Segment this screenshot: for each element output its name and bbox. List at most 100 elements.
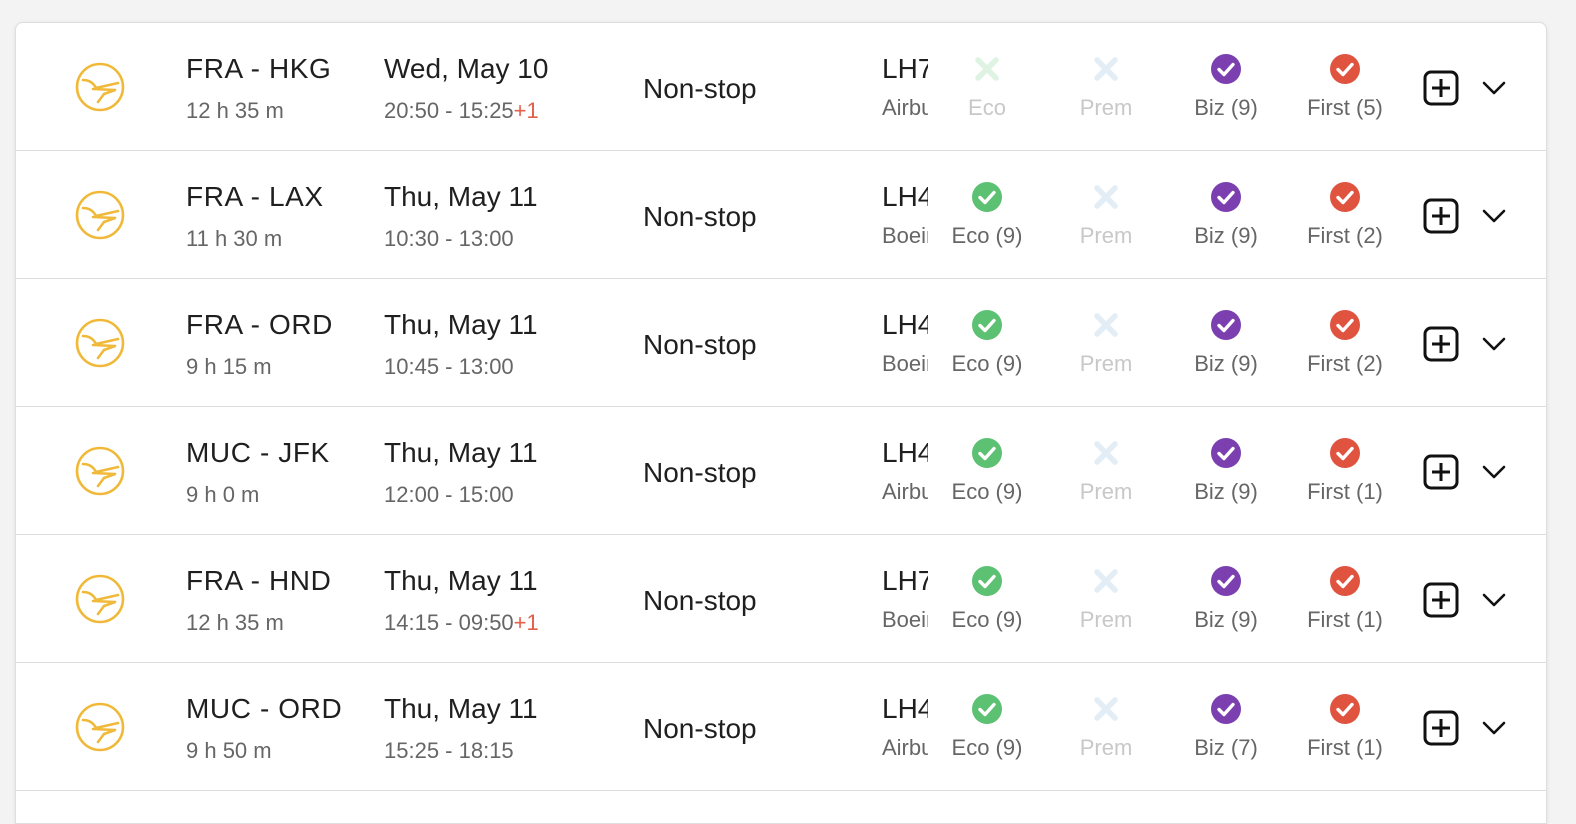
cabin-label: First (1) bbox=[1307, 479, 1383, 504]
cabin-label: Eco (9) bbox=[951, 479, 1023, 504]
duration: 9 h 15 m bbox=[186, 354, 272, 379]
cabin-premium: Prem bbox=[1051, 693, 1161, 761]
time-range: 10:30 - 13:00 bbox=[384, 226, 514, 251]
check-circle-icon bbox=[972, 694, 1002, 724]
crane-logo-icon bbox=[74, 61, 126, 113]
chevron-down-icon bbox=[1482, 721, 1506, 735]
route: FRA - ORD bbox=[186, 309, 333, 340]
plus-square-icon bbox=[1423, 198, 1459, 234]
cabin-label: Prem bbox=[1079, 607, 1133, 632]
flight-times: 10:45 - 13:00 bbox=[384, 354, 514, 380]
cabin-label: Biz (7) bbox=[1194, 735, 1258, 760]
add-flight-button[interactable] bbox=[1423, 70, 1459, 106]
aircraft: Airbus bbox=[882, 95, 928, 120]
add-flight-button[interactable] bbox=[1423, 326, 1459, 362]
flight-row[interactable]: FRA - HKG 12 h 35 m Wed, May 10 20:50 - … bbox=[16, 23, 1546, 151]
crane-logo-icon bbox=[74, 701, 126, 753]
cabin-label: Biz (9) bbox=[1194, 95, 1258, 120]
add-flight-button[interactable] bbox=[1423, 198, 1459, 234]
cabin-business: Biz (9) bbox=[1171, 181, 1281, 249]
flight-times: 15:25 - 18:15 bbox=[384, 738, 514, 764]
cabin-label: Eco (9) bbox=[951, 351, 1023, 376]
cabin-economy: Eco (9) bbox=[932, 309, 1042, 377]
cabin-first: First (1) bbox=[1290, 693, 1400, 761]
flight-row[interactable]: FRA - LAX 11 h 30 m Thu, May 11 10:30 - … bbox=[16, 151, 1546, 279]
expand-details-button[interactable] bbox=[1479, 75, 1509, 101]
cabin-label: First (5) bbox=[1307, 95, 1383, 120]
expand-details-button[interactable] bbox=[1479, 459, 1509, 485]
add-flight-button[interactable] bbox=[1423, 454, 1459, 490]
x-icon bbox=[1094, 569, 1118, 593]
expand-details-button[interactable] bbox=[1479, 203, 1509, 229]
cabin-label: First (2) bbox=[1307, 351, 1383, 376]
duration: 12 h 35 m bbox=[186, 98, 284, 123]
flight-info: LH4 Airbus bbox=[882, 437, 928, 505]
chevron-down-icon bbox=[1482, 209, 1506, 223]
crane-logo-icon bbox=[74, 573, 126, 625]
cabin-business: Biz (9) bbox=[1171, 53, 1281, 121]
add-flight-button[interactable] bbox=[1423, 582, 1459, 618]
expand-details-button[interactable] bbox=[1479, 587, 1509, 613]
departure-date: Thu, May 11 bbox=[384, 437, 538, 468]
cabin-label: Prem bbox=[1079, 479, 1133, 504]
x-icon bbox=[975, 57, 999, 81]
plus-square-icon bbox=[1423, 710, 1459, 746]
flight-row[interactable]: MUC - JFK 9 h 0 m Thu, May 11 12:00 - 15… bbox=[16, 407, 1546, 535]
stops: Non-stop bbox=[643, 713, 757, 744]
add-flight-button[interactable] bbox=[1423, 710, 1459, 746]
flight-times: 10:30 - 13:00 bbox=[384, 226, 514, 252]
flight-number: LH4 bbox=[882, 693, 928, 724]
plus-square-icon bbox=[1423, 454, 1459, 490]
cabin-label: Prem bbox=[1079, 735, 1133, 760]
route: MUC - JFK bbox=[186, 437, 330, 468]
aircraft: Boeing bbox=[882, 607, 928, 632]
flight-row[interactable]: FRA - HND 12 h 35 m Thu, May 11 14:15 - … bbox=[16, 535, 1546, 663]
flight-number: LH4 bbox=[882, 181, 928, 212]
aircraft: Airbus bbox=[882, 479, 928, 504]
stops: Non-stop bbox=[643, 201, 757, 232]
time-range: 12:00 - 15:00 bbox=[384, 482, 514, 507]
flight-info: LH4 Boeing bbox=[882, 309, 928, 377]
expand-details-button[interactable] bbox=[1479, 331, 1509, 357]
cabin-label: Prem bbox=[1079, 95, 1133, 120]
cabin-economy: Eco (9) bbox=[932, 693, 1042, 761]
check-circle-icon bbox=[1211, 182, 1241, 212]
duration: 9 h 0 m bbox=[186, 482, 260, 507]
x-icon bbox=[1094, 313, 1118, 337]
plus-square-icon bbox=[1423, 582, 1459, 618]
chevron-down-icon bbox=[1482, 593, 1506, 607]
plus-square-icon bbox=[1423, 326, 1459, 362]
check-circle-icon bbox=[1330, 566, 1360, 596]
x-icon bbox=[1094, 697, 1118, 721]
cabin-premium: Prem bbox=[1051, 437, 1161, 505]
check-circle-icon bbox=[1330, 310, 1360, 340]
duration: 12 h 35 m bbox=[186, 610, 284, 635]
chevron-down-icon bbox=[1482, 81, 1506, 95]
cabin-label: Biz (9) bbox=[1194, 607, 1258, 632]
cabin-first: First (5) bbox=[1290, 53, 1400, 121]
cabin-label: Prem bbox=[1079, 223, 1133, 248]
x-icon bbox=[1094, 185, 1118, 209]
flight-info: LH4 Boeing bbox=[882, 181, 928, 249]
check-circle-icon bbox=[1211, 438, 1241, 468]
aircraft: Boeing bbox=[882, 351, 928, 376]
check-circle-icon bbox=[1330, 438, 1360, 468]
cabin-premium: Prem bbox=[1051, 53, 1161, 121]
cabin-label: Eco (9) bbox=[951, 223, 1023, 248]
flight-row[interactable]: FRA - ORD 9 h 15 m Thu, May 11 10:45 - 1… bbox=[16, 279, 1546, 407]
crane-logo-icon bbox=[74, 189, 126, 241]
duration: 11 h 30 m bbox=[186, 226, 283, 251]
cabin-label: Eco (9) bbox=[951, 735, 1023, 760]
chevron-down-icon bbox=[1482, 337, 1506, 351]
flight-row[interactable]: MUC - ORD 9 h 50 m Thu, May 11 15:25 - 1… bbox=[16, 663, 1546, 791]
plus-square-icon bbox=[1423, 70, 1459, 106]
check-circle-icon bbox=[972, 438, 1002, 468]
stops: Non-stop bbox=[643, 457, 757, 488]
cabin-first: First (1) bbox=[1290, 437, 1400, 505]
expand-details-button[interactable] bbox=[1479, 715, 1509, 741]
cabin-first: First (2) bbox=[1290, 181, 1400, 249]
cabin-label: Eco bbox=[968, 95, 1006, 120]
aircraft: Boeing bbox=[882, 223, 928, 248]
x-icon bbox=[1094, 57, 1118, 81]
check-circle-icon bbox=[972, 310, 1002, 340]
